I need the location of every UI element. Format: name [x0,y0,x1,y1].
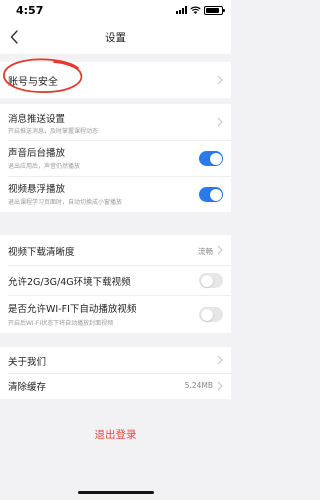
account-section: 账号与安全 [0,62,231,98]
download-quality-label: 视频下载清晰度 [8,247,75,258]
battery-icon [204,5,225,15]
chevron-right-icon [217,355,223,365]
floating-video-row: 视频悬浮播放 退出课程学习页面时，自动切换成小窗播放 [0,176,231,212]
status-icons [176,5,225,15]
clear-cache-label: 清除缓存 [8,382,47,393]
about-us-row[interactable]: 关于我们 [0,347,231,373]
floating-video-label: 视频悬浮播放 [8,184,66,195]
floating-video-subtitle: 退出课程学习页面时，自动切换成小窗播放 [8,199,123,206]
background-audio-label: 声音后台播放 [8,148,66,159]
chevron-right-icon [217,245,223,255]
mobile-download-label: 允许2G/3G/4G环境下载视频 [8,277,131,288]
wifi-autoplay-subtitle: 开启后WI-FI状态下将自动播放封面视频 [8,320,114,327]
push-settings-label: 消息推送设置 [8,114,66,125]
account-security-label: 账号与安全 [8,77,58,88]
chevron-right-icon [217,75,223,85]
mobile-download-row: 允许2G/3G/4G环境下载视频 [0,265,231,295]
account-security-row[interactable]: 账号与安全 [0,62,231,98]
download-quality-value: 流畅 [198,247,213,256]
home-indicator [78,491,154,494]
chevron-right-icon [217,117,223,127]
background-audio-row: 声音后台播放 退出应用后，声音仍然播放 [0,140,231,176]
status-bar: 4:57 [0,0,231,20]
wifi-autoplay-toggle[interactable] [199,307,223,322]
clear-cache-row[interactable]: 清除缓存 5.24MB [0,373,231,399]
about-us-label: 关于我们 [8,357,47,368]
misc-section: 关于我们 清除缓存 5.24MB [0,347,231,399]
push-settings-subtitle: 开启推送消息，及时掌握课程动态 [8,128,99,135]
cache-size-value: 5.24MB [184,381,213,390]
chevron-right-icon [217,381,223,391]
playback-section: 消息推送设置 开启推送消息，及时掌握课程动态 声音后台播放 退出应用后，声音仍然… [0,104,231,212]
status-time: 4:57 [16,4,44,17]
wifi-autoplay-row: 是否允许WI-FI下自动播放视频 开启后WI-FI状态下将自动播放封面视频 [0,295,231,333]
wifi-autoplay-label: 是否允许WI-FI下自动播放视频 [8,304,137,315]
download-section: 视频下载清晰度 流畅 允许2G/3G/4G环境下载视频 是否允许WI-FI下自动… [0,235,231,333]
mobile-download-toggle[interactable] [199,273,223,288]
background-audio-toggle[interactable] [199,151,223,166]
wifi-icon [190,6,201,14]
floating-video-toggle[interactable] [199,187,223,202]
cellular-signal-icon [176,6,187,14]
navigation-bar: 设置 [0,20,231,54]
push-settings-row[interactable]: 消息推送设置 开启推送消息，及时掌握课程动态 [0,104,231,140]
logout-button[interactable]: 退出登录 [0,427,231,442]
page-title: 设置 [105,32,126,44]
download-quality-row[interactable]: 视频下载清晰度 流畅 [0,235,231,265]
background-audio-subtitle: 退出应用后，声音仍然播放 [8,163,81,170]
